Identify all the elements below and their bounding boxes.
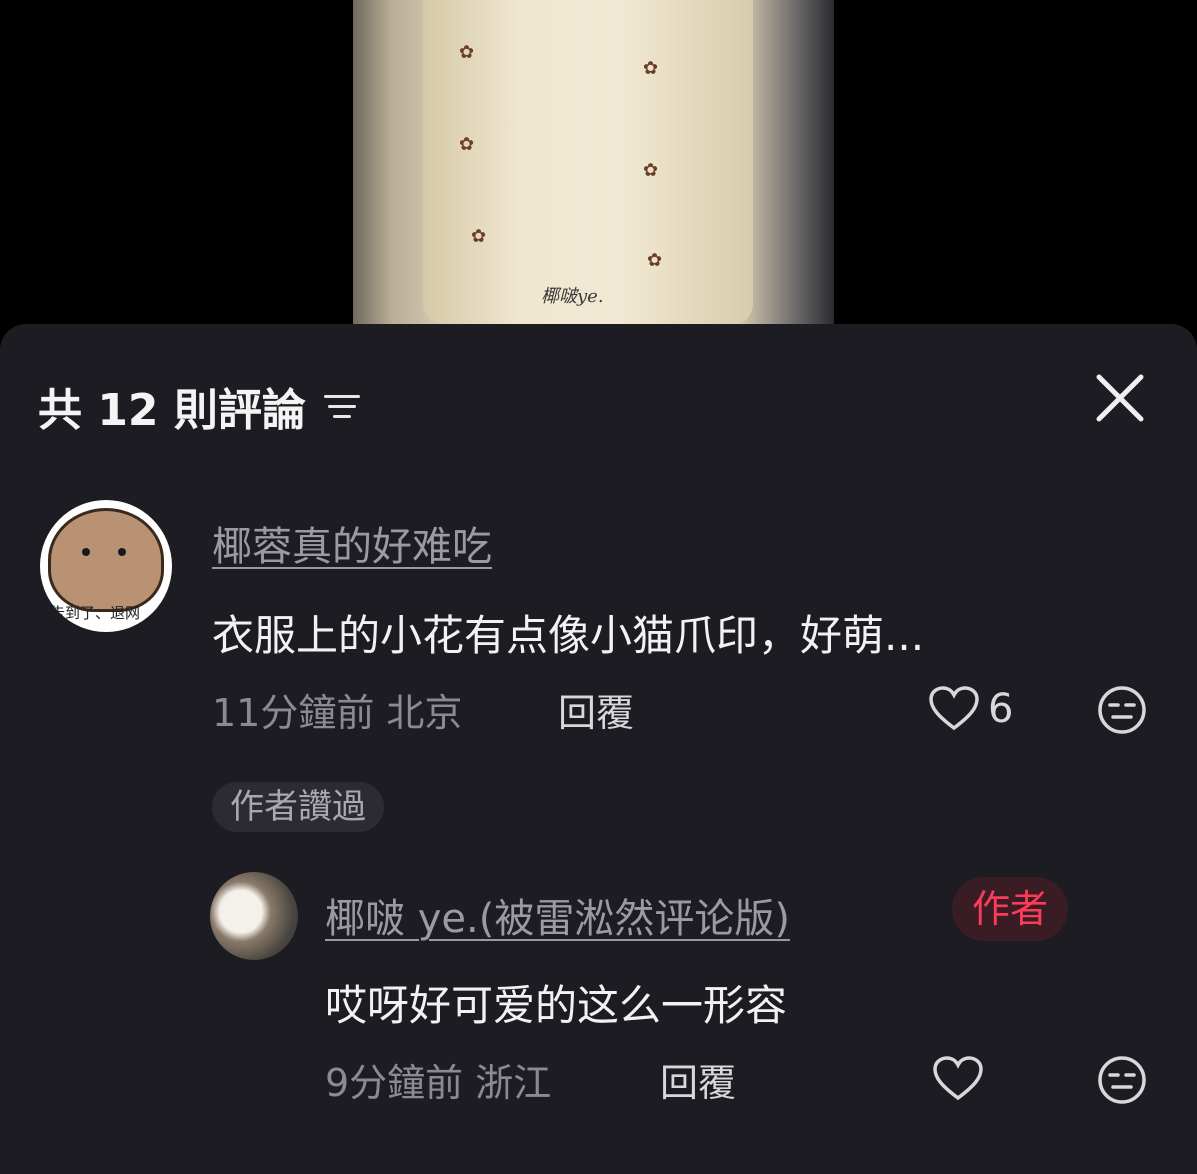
flower-decor-icon: ✿: [643, 160, 659, 181]
like-button[interactable]: 6: [928, 686, 1013, 732]
sort-lines-icon[interactable]: [323, 391, 360, 421]
reply-button[interactable]: 回覆: [660, 1052, 736, 1107]
avatar[interactable]: [210, 872, 298, 960]
flower-decor-icon: ✿: [471, 226, 487, 247]
meh-face-icon[interactable]: [1096, 1054, 1148, 1106]
flower-decor-icon: ✿: [647, 250, 663, 271]
comment-count-title: 共 12 則評論: [38, 385, 306, 436]
heart-outline-icon: [929, 686, 979, 731]
comment-sheet: 共 12 則評論 告到了、退网 椰蓉真的好难吃 衣服上的小花有点像小猫爪印，好萌…: [0, 324, 1197, 1174]
comment-text[interactable]: 衣服上的小花有点像小猫爪印，好萌...: [212, 602, 924, 663]
meh-face-icon[interactable]: [1096, 684, 1148, 736]
avatar[interactable]: 告到了、退网: [40, 500, 172, 632]
reply-button[interactable]: 回覆: [558, 682, 634, 737]
close-x-icon[interactable]: [1094, 372, 1146, 424]
comment-username[interactable]: 椰蓉真的好难吃: [212, 514, 492, 572]
reply-username[interactable]: 椰啵 ye.(被雷淞然评论版): [325, 886, 790, 944]
comment-header: 共 12 則評論: [38, 374, 360, 438]
heart-outline-icon: [933, 1056, 983, 1101]
like-count: 6: [988, 686, 1014, 732]
video-preview[interactable]: ✿ ✿ ✿ ✿ ✿ ✿ 椰啵ye.: [353, 0, 834, 324]
flower-decor-icon: ✿: [459, 134, 475, 155]
flower-decor-icon: ✿: [459, 42, 475, 63]
avatar-text: 告到了、退网: [50, 604, 141, 622]
reply-time-location: 9分鐘前 浙江: [325, 1061, 552, 1105]
reply-text[interactable]: 哎呀好可爱的这么一形容: [325, 972, 787, 1033]
author-liked-badge: 作者讚過: [212, 782, 384, 832]
like-button[interactable]: [932, 1056, 984, 1102]
flower-decor-icon: ✿: [643, 58, 659, 79]
comment-time-location: 11分鐘前 北京: [212, 691, 463, 735]
author-tag: 作者: [952, 877, 1069, 941]
video-watermark: 椰啵ye.: [541, 286, 604, 307]
